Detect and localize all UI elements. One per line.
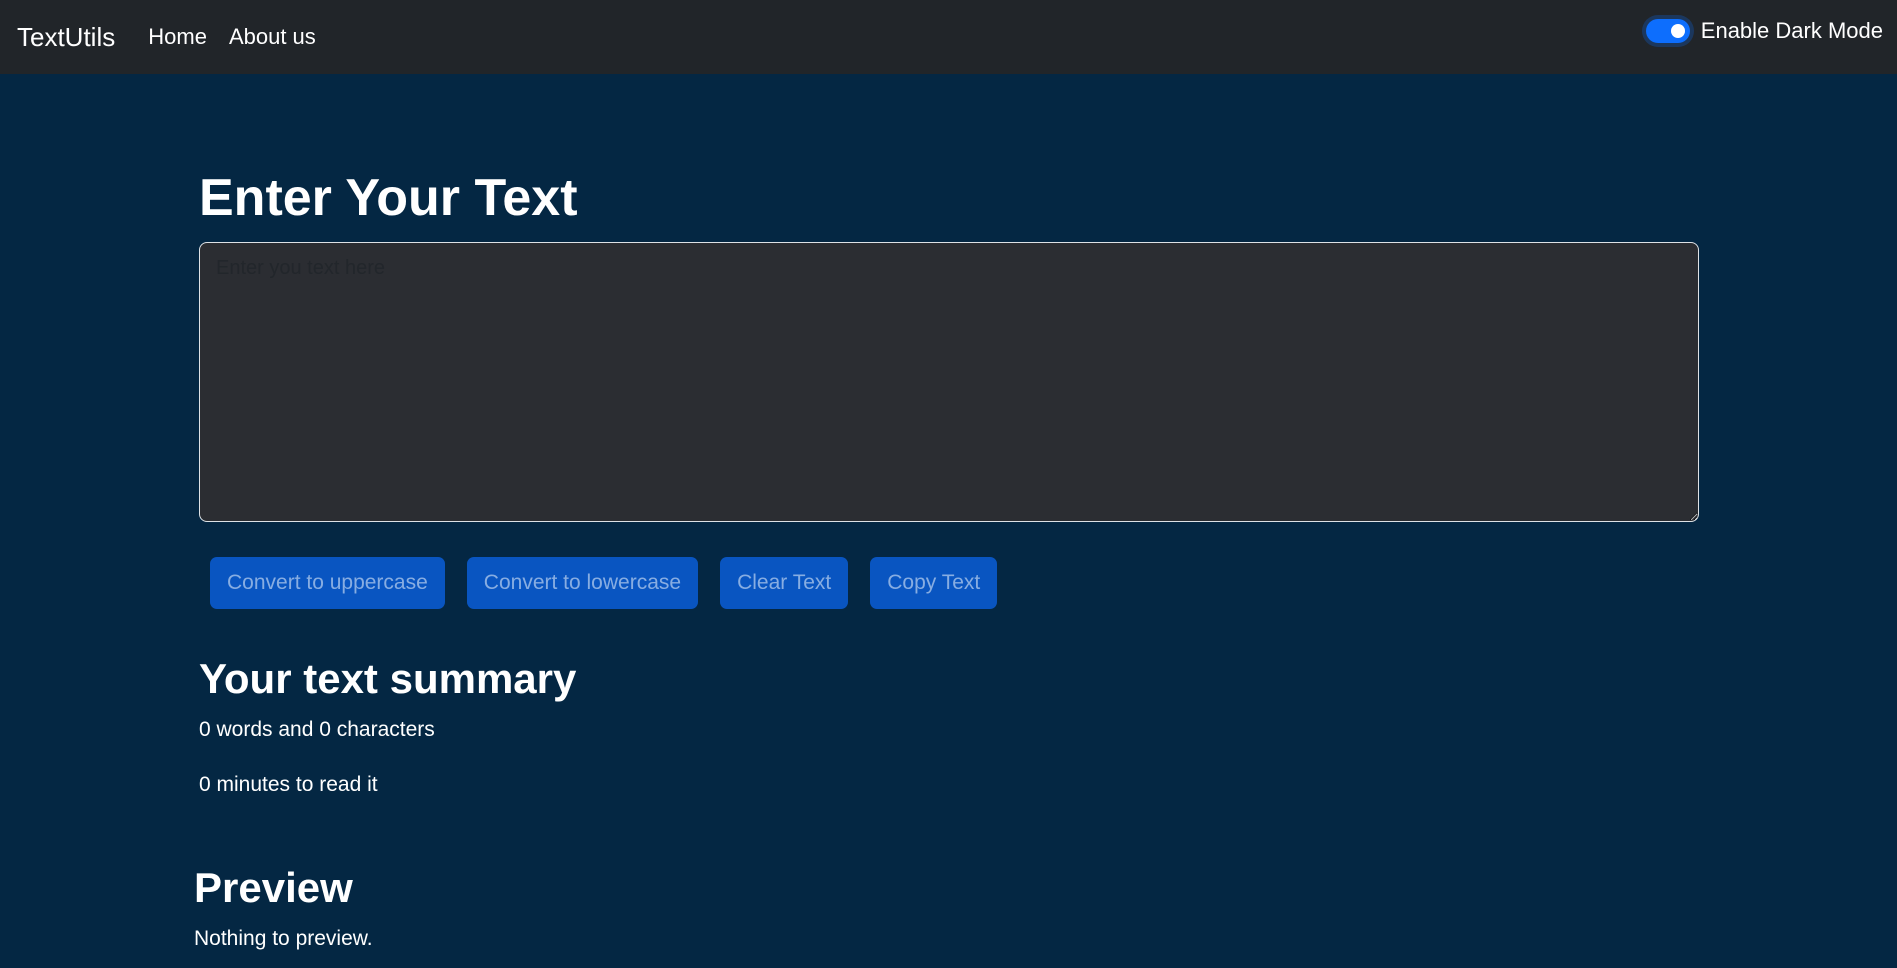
page-title: Enter Your Text [199,169,578,227]
nav-link-home[interactable]: Home [148,24,207,50]
dark-mode-label[interactable]: Enable Dark Mode [1701,18,1883,44]
preview-text: Nothing to preview. [194,927,373,950]
brand-link[interactable]: TextUtils [17,22,115,53]
clear-text-button[interactable]: Clear Text [720,557,849,609]
uppercase-button[interactable]: Convert to uppercase [210,557,445,609]
summary-title: Your text summary [199,655,577,702]
switch-knob [1670,24,1685,38]
read-time: 0 minutes to read it [199,773,378,796]
action-buttons: Convert to uppercase Convert to lowercas… [210,557,1019,609]
copy-text-button[interactable]: Copy Text [870,557,998,609]
dark-mode-toggle[interactable]: Enable Dark Mode [1645,18,1883,44]
text-input[interactable] [199,242,1699,522]
nav-link-about[interactable]: About us [229,24,316,50]
preview-title: Preview [194,864,353,911]
lowercase-button[interactable]: Convert to lowercase [466,557,699,609]
dark-mode-switch[interactable] [1645,19,1690,43]
navbar: TextUtils Home About us Enable Dark Mode [0,0,1897,74]
word-char-count: 0 words and 0 characters [199,718,435,741]
